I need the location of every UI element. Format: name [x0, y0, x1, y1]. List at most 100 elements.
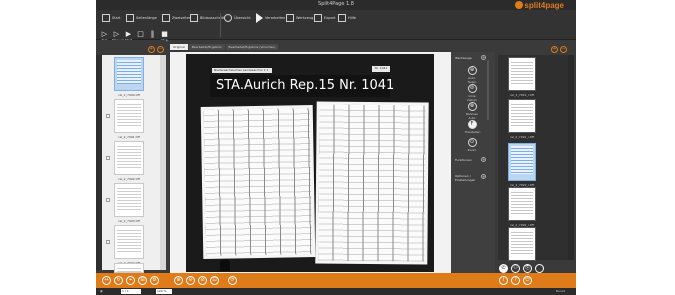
thumb-checkbox[interactable] — [106, 198, 110, 202]
power-icon[interactable]: ⏻ — [523, 276, 532, 285]
left-thumb[interactable] — [114, 263, 144, 273]
tools-panel: Werkzeuge + ⊕ Auto-Teilen ⊘ Linie ziehen ⊗… — [451, 52, 495, 273]
right-thumb[interactable]: rel_2_7993_l.tiff — [508, 227, 536, 267]
zoom-in-icon[interactable]: + — [148, 46, 155, 53]
left-thumb[interactable]: rel_2_7994.tiff — [106, 225, 144, 265]
page-input[interactable]: 1 / 1 — [121, 289, 141, 294]
rotate-icon[interactable]: ↻ — [114, 276, 123, 285]
left-scrollbar[interactable] — [160, 55, 166, 270]
tool-label: Zoom — [467, 148, 477, 152]
zoom-in-icon[interactable]: + — [551, 46, 558, 53]
ribbon-label: Zweiseiten — [172, 16, 192, 20]
two-pages-icon — [162, 14, 170, 22]
zoom-out-icon[interactable]: − — [560, 46, 567, 53]
thumb-checkbox[interactable] — [106, 114, 110, 118]
pause-button[interactable]: ‖ — [148, 31, 157, 38]
fit-width-icon[interactable]: ↔ — [102, 276, 111, 285]
expand-plus-icon[interactable]: + — [481, 55, 486, 60]
process-icon — [256, 13, 263, 23]
left-thumb[interactable]: rel_2_7990.tiff — [114, 57, 144, 97]
left-thumbnail-list[interactable]: rel_2_7990.tiff rel_2_7991.tiff rel_2_79… — [102, 55, 160, 273]
frame-button[interactable]: □ — [136, 31, 145, 38]
ribbon-button-process[interactable]: Verarbeiten — [256, 12, 285, 24]
thumb-caption: rel_2_7991.tiff — [118, 135, 140, 139]
empty-circle-icon[interactable] — [535, 264, 544, 273]
tool-icon — [286, 14, 294, 22]
left-thumb[interactable]: rel_2_7993.tiff — [106, 183, 144, 223]
thumb-page-image — [117, 144, 141, 168]
hand-silhouette — [220, 259, 230, 271]
right-thumb[interactable]: rel_2_7991_r.tiff — [508, 99, 536, 139]
zoom-out-icon[interactable]: − — [157, 46, 164, 53]
image-crop-icon — [190, 14, 198, 22]
right-thumb[interactable]: rel_2_7992_r.tiff — [508, 187, 536, 227]
info-icon[interactable]: i — [499, 276, 508, 285]
refresh-icon[interactable]: ⟳ — [228, 276, 237, 285]
tool-auto-frame[interactable]: ⊗ Rahmen Auto — [465, 102, 479, 120]
tool-zoom[interactable]: ⊙ Zoom — [465, 138, 479, 152]
thumb-checkbox[interactable] — [106, 240, 110, 244]
expand-plus-icon[interactable]: + — [481, 174, 486, 179]
thumb-caption: rel_2_7991_r.tiff — [510, 135, 534, 139]
export-doc-icon[interactable]: ⎘ — [523, 264, 532, 273]
tool-label: Freistellen — [465, 130, 481, 134]
right-zoom-controls: + − — [551, 46, 567, 53]
ribbon-button-export[interactable]: Export — [314, 12, 335, 24]
frame-icon: □ — [137, 30, 144, 38]
stop-icon: ■ — [161, 30, 168, 38]
phone-icon[interactable]: ✆ — [499, 264, 508, 273]
tab-original[interactable]: Original — [170, 44, 188, 50]
select-icon[interactable]: ⌖ — [126, 276, 135, 285]
thumb-caption: rel_2_7991_l.tiff — [510, 93, 534, 97]
ribbon-button-page-length[interactable]: Seitenlänge — [126, 12, 157, 24]
tools-section-header[interactable]: Werkzeuge — [455, 56, 472, 60]
left-thumb[interactable]: rel_2_7991.tiff — [106, 99, 144, 139]
ribbon-label: Übersicht — [234, 16, 251, 20]
grid-icon[interactable]: ⊞ — [138, 276, 147, 285]
ribbon-button-help[interactable]: Hilfe — [338, 12, 356, 24]
zoom-actual-icon[interactable]: ⊡ — [210, 276, 219, 285]
person-split-icon[interactable]: ⚇ — [511, 264, 520, 273]
functions-section-header[interactable]: Funktionen — [455, 158, 472, 162]
thumb-page-image — [511, 190, 533, 214]
tool-auto-split[interactable]: ⊕ Auto-Teilen — [465, 66, 479, 84]
tool-crop[interactable]: F Freistellen — [465, 120, 481, 134]
zoom-out-bottom-icon[interactable]: ⊖ — [186, 276, 195, 285]
expand-plus-icon[interactable]: + — [481, 157, 486, 162]
ribbon-button-tool[interactable]: Werkzeug — [286, 12, 313, 24]
thumb-checkbox[interactable] — [106, 156, 110, 160]
brand-name: split4page — [524, 0, 564, 10]
help-icon — [338, 14, 346, 22]
zoom-fit-icon[interactable]: ⊘ — [198, 276, 207, 285]
title-bar: Split4Page 1.8 split4page — [96, 0, 576, 10]
ribbon-label: Verarbeiten — [265, 16, 286, 20]
right-thumb[interactable]: rel_2_7991_l.tiff — [508, 57, 536, 97]
archive-small-label: Niedersächsisches Landesarchiv 1 1 — 4 — [212, 68, 272, 76]
left-thumb[interactable]: rel_2_7992.tiff — [106, 141, 144, 181]
pause-icon: ‖ — [150, 30, 155, 38]
help-bottom-icon[interactable]: ? — [511, 276, 520, 285]
left-page-image — [200, 105, 316, 259]
options-section-header[interactable]: Optionen / Einstellungen — [455, 174, 479, 182]
ribbon-button-start[interactable]: Start — [102, 12, 121, 24]
right-thumb[interactable]: rel_2_7992_l.tiff — [508, 143, 536, 187]
tool-draw-line[interactable]: ⊘ Linie ziehen — [465, 84, 479, 102]
zoom-in-bottom-icon[interactable]: ⊕ — [174, 276, 183, 285]
ribbon-button-overview[interactable]: Übersicht — [224, 12, 251, 24]
zoom-input[interactable]: 100 % — [156, 289, 172, 294]
ledger-rows — [203, 108, 313, 256]
right-page-image — [315, 101, 429, 265]
tab-result[interactable]: Bearbeitet/Ergebnis — [188, 44, 225, 50]
tools-scrollbar[interactable] — [487, 60, 489, 120]
ribbon-button-two-pages[interactable]: Zweiseiten — [162, 12, 191, 24]
ribbon-label: Hilfe — [348, 16, 356, 20]
thumb-caption: rel_2_7990.tiff — [118, 93, 140, 97]
ledger-rows — [318, 104, 426, 262]
thumb-page-image — [117, 228, 141, 252]
ribbon-separator — [220, 13, 221, 37]
settings-icon[interactable]: ⚙ — [150, 276, 159, 285]
right-thumbnail-list[interactable]: rel_2_7991_l.tiff rel_2_7991_r.tiff rel_… — [498, 55, 568, 267]
scanned-document[interactable]: Niedersächsisches Landesarchiv 1 1 — 4 N… — [186, 54, 434, 272]
right-scrollbar[interactable] — [568, 55, 574, 260]
tab-result-preview[interactable]: Bearbeitet/Ergebnis (Vorschau) — [225, 44, 279, 50]
